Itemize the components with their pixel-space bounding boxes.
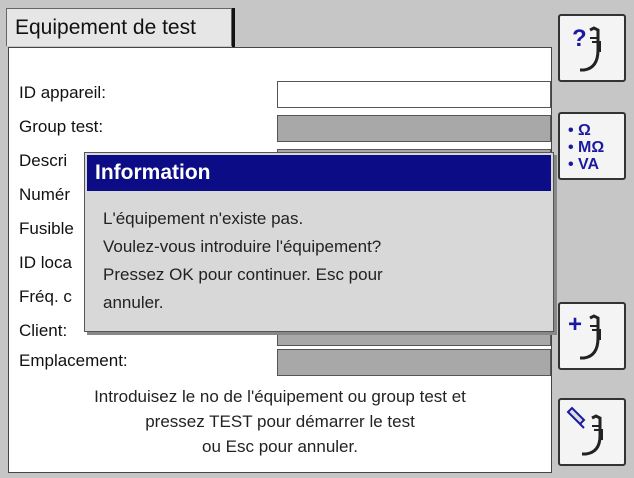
units-button[interactable]: • Ω • MΩ • VA <box>558 112 626 180</box>
help-probe-icon: ? <box>572 25 601 72</box>
unit-va: • VA <box>568 156 600 173</box>
dialog-message-line: Pressez OK pour continuer. Esc pour <box>103 265 383 284</box>
information-dialog: Information L'équipement n'existe pas. V… <box>84 152 554 332</box>
field-label: Fusible <box>19 219 74 238</box>
field-label: Fréq. c <box>19 287 72 306</box>
instruction-line: ou Esc pour annuler. <box>202 437 358 456</box>
group-test-field[interactable] <box>277 115 551 142</box>
field-label: Client: <box>19 321 68 340</box>
field-label: Descri <box>19 151 68 170</box>
field-label: Group test: <box>19 117 104 136</box>
field-label: Numér <box>19 185 71 204</box>
emplacement-field[interactable] <box>277 349 551 376</box>
tab-equipement-de-test[interactable]: Equipement de test <box>6 8 232 46</box>
unit-megaohm: • MΩ <box>568 139 605 156</box>
help-glyph: ? <box>572 25 587 52</box>
field-label: ID appareil: <box>19 83 106 102</box>
form-row-id-appareil: ID appareil: <box>19 81 551 109</box>
id-appareil-input[interactable] <box>277 81 551 108</box>
dialog-message-line: Voulez-vous introduire l'équipement? <box>103 237 382 256</box>
tab-separator <box>232 8 235 48</box>
edit-probe-icon <box>566 406 603 456</box>
field-label: ID loca <box>19 253 72 272</box>
screen: Equipement de test ID appareil: Group te… <box>0 0 634 478</box>
dialog-message: L'équipement n'existe pas. Voulez-vous i… <box>103 205 383 317</box>
edit-button[interactable] <box>558 398 626 466</box>
dialog-title: Information <box>87 155 551 191</box>
add-button[interactable]: + <box>558 302 626 370</box>
add-probe-icon: + <box>568 311 601 360</box>
tab-title: Equipement de test <box>15 16 196 39</box>
form-row-group-test: Group test: <box>19 115 551 143</box>
dialog-message-line: L'équipement n'existe pas. <box>103 209 304 228</box>
add-glyph: + <box>568 311 582 338</box>
instruction-line: Introduisez le no de l'équipement ou gro… <box>94 387 466 406</box>
form-row-emplacement: Emplacement: <box>19 349 551 377</box>
dialog-message-line: annuler. <box>103 293 164 312</box>
field-label: Emplacement: <box>19 351 128 370</box>
units-icon: • Ω • MΩ • VA <box>568 122 604 173</box>
instruction-line: pressez TEST pour démarrer le test <box>145 412 415 431</box>
unit-ohm: • Ω <box>568 122 591 139</box>
help-button[interactable]: ? <box>558 14 626 82</box>
instruction-text: Introduisez le no de l'équipement ou gro… <box>8 384 552 459</box>
